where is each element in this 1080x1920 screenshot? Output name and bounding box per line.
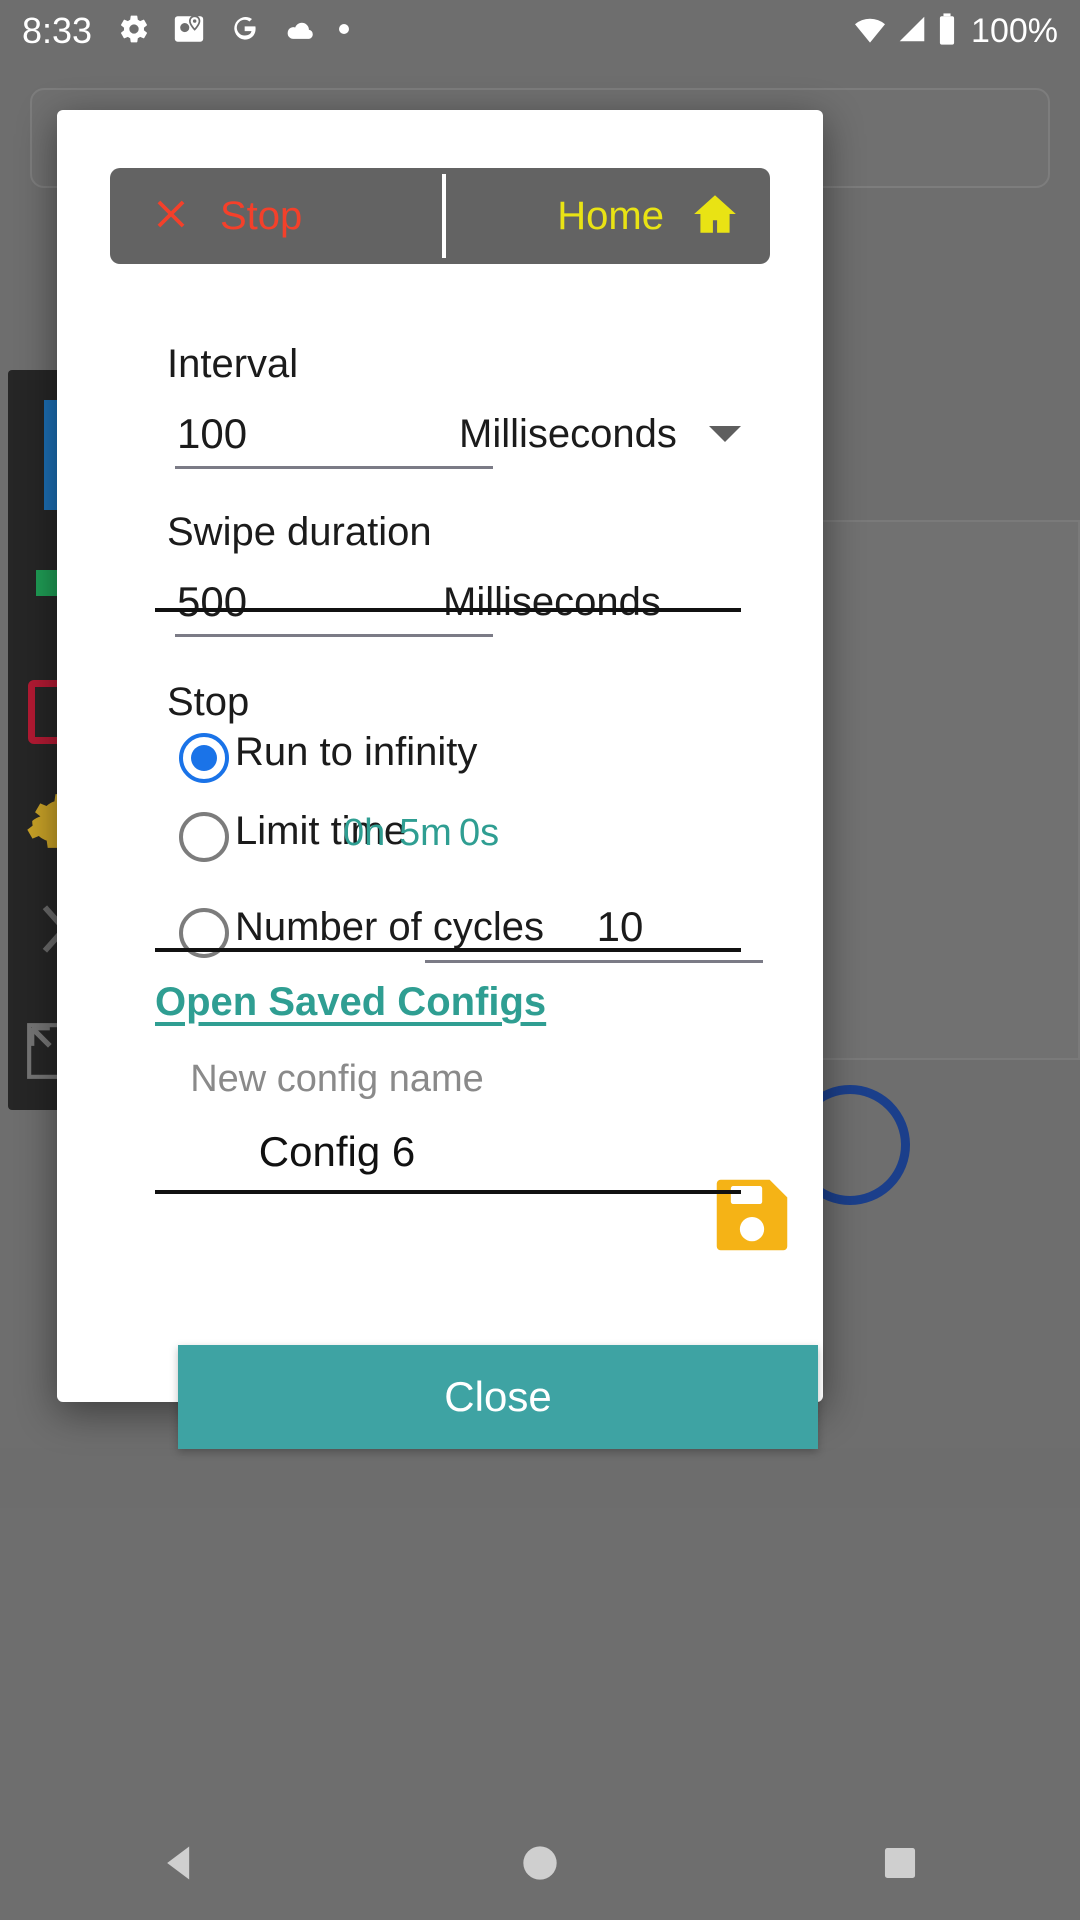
- floppy-disk-save-icon: [716, 1179, 788, 1251]
- interval-input-underline: [175, 466, 493, 469]
- home-button[interactable]: Home: [446, 168, 770, 264]
- stop-section-label: Stop: [167, 680, 250, 724]
- close-x-icon: [148, 191, 194, 242]
- system-navigation-bar: [0, 1810, 1080, 1920]
- status-bar-system-icons: 100%: [853, 12, 1058, 51]
- cycles-input-underline: [425, 960, 763, 963]
- new-config-name-placeholder: New config name: [190, 1058, 484, 1100]
- new-config-name-input[interactable]: Config 6: [57, 1128, 617, 1176]
- interval-unit-select[interactable]: Milliseconds: [459, 412, 677, 457]
- cloud-icon: [282, 16, 316, 47]
- wifi-icon: [853, 14, 887, 49]
- divider-above-close: [155, 1190, 741, 1194]
- home-circle-icon: [520, 1843, 560, 1888]
- divider-above-stop-section: [155, 608, 741, 612]
- home-button-label: Home: [557, 193, 664, 238]
- stop-button[interactable]: Stop: [110, 168, 442, 264]
- chevron-down-icon[interactable]: [709, 426, 741, 442]
- gear-icon: [118, 13, 150, 50]
- google-g-icon: [228, 13, 260, 50]
- limit-time-seconds[interactable]: 0s: [459, 812, 499, 855]
- stop-button-label: Stop: [220, 193, 303, 238]
- divider-above-configs: [155, 948, 741, 952]
- dot-icon: [338, 22, 350, 40]
- limit-time-minutes[interactable]: 5m: [399, 812, 452, 855]
- nav-recents-button[interactable]: [840, 1810, 960, 1920]
- recents-square-icon: [881, 1844, 919, 1887]
- cellular-signal-icon: [897, 14, 927, 49]
- close-button[interactable]: Close: [178, 1345, 818, 1449]
- status-bar-clock: 8:33: [22, 10, 93, 51]
- interval-label: Interval: [167, 342, 299, 386]
- control-toolbar: Stop Home: [110, 168, 770, 264]
- interval-input[interactable]: 100: [177, 410, 247, 458]
- limit-time-hours[interactable]: 0h: [343, 812, 385, 855]
- swipe-duration-label: Swipe duration: [167, 510, 432, 554]
- status-bar: 8:33 100%: [0, 0, 1080, 62]
- swipe-duration-unit-label: Milliseconds: [443, 580, 661, 624]
- battery-icon: [937, 12, 957, 51]
- nav-home-button[interactable]: [480, 1810, 600, 1920]
- status-bar-notification-icons: [118, 12, 350, 51]
- back-triangle-icon: [158, 1841, 202, 1890]
- home-icon: [690, 189, 740, 244]
- nav-back-button[interactable]: [120, 1810, 240, 1920]
- swipe-duration-input-underline: [175, 634, 493, 637]
- open-saved-configs-link[interactable]: Open Saved Configs: [155, 980, 546, 1025]
- auto-clicker-settings-dialog: Stop Home Interval 100 Milliseconds Swip…: [57, 110, 823, 1449]
- swipe-duration-input[interactable]: 500: [177, 578, 247, 626]
- radio-run-to-infinity-label[interactable]: Run to infinity: [177, 730, 477, 775]
- maps-icon: [172, 12, 206, 51]
- cycles-input[interactable]: 10: [477, 903, 763, 951]
- save-config-button[interactable]: [705, 1168, 799, 1262]
- battery-percent-label: 100%: [971, 11, 1058, 50]
